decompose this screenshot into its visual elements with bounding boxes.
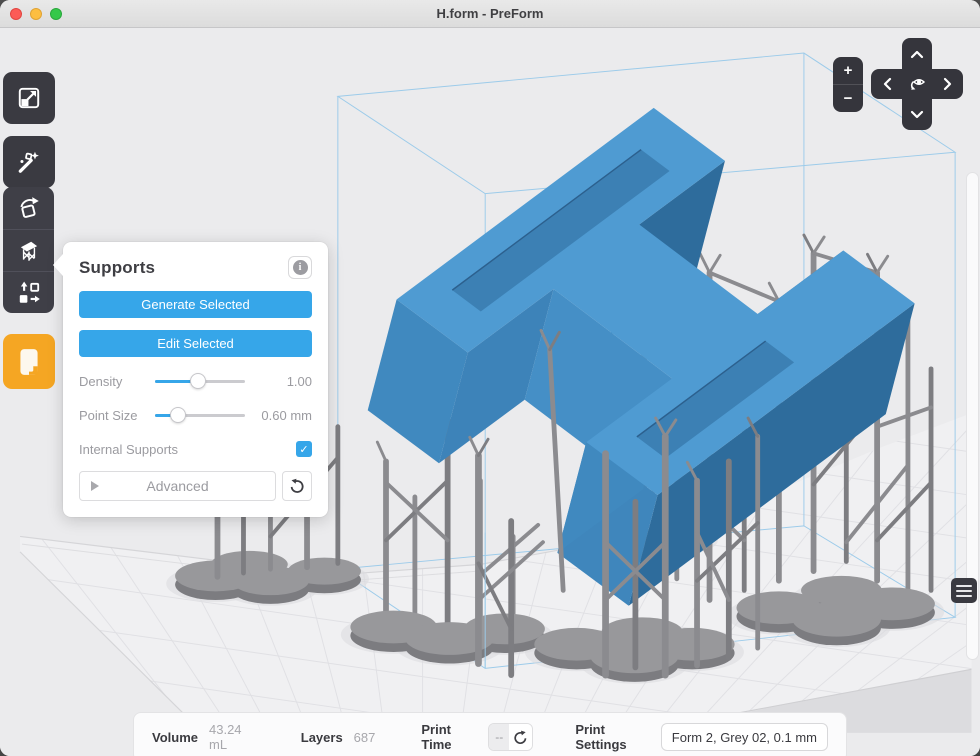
rotate-right-button[interactable]	[932, 69, 962, 99]
layout-tool-button[interactable]	[3, 271, 54, 313]
volume-label: Volume	[152, 730, 198, 745]
magic-wand-icon	[16, 149, 42, 175]
zoom-in-button[interactable]: +	[833, 57, 863, 84]
density-value: 1.00	[245, 374, 312, 389]
point-size-slider[interactable]	[155, 414, 245, 417]
point-size-label: Point Size	[79, 408, 155, 423]
print-time-label: Print Time	[421, 722, 477, 752]
volume-value: 43.24 mL	[209, 722, 257, 752]
edit-selected-button[interactable]: Edit Selected	[79, 330, 312, 357]
layer-slider-handle[interactable]	[951, 578, 977, 603]
refresh-icon	[513, 730, 528, 745]
chevron-down-icon	[910, 110, 924, 119]
close-button[interactable]	[10, 8, 22, 20]
density-slider-thumb[interactable]	[190, 373, 206, 389]
point-size-value: 0.60 mm	[245, 408, 312, 423]
advanced-button[interactable]: Advanced	[79, 471, 276, 501]
chevron-up-icon	[910, 50, 924, 59]
rotate-down-button[interactable]	[902, 99, 932, 129]
layers-label: Layers	[301, 730, 343, 745]
reset-icon	[289, 478, 305, 494]
cartridge-tool-button[interactable]	[3, 334, 55, 389]
resin-cartridge-icon	[15, 347, 43, 377]
rotate-left-button[interactable]	[872, 69, 902, 99]
print-time-value: --	[489, 724, 509, 750]
minimize-button[interactable]	[30, 8, 42, 20]
supports-icon	[16, 238, 42, 264]
window-title: H.form - PreForm	[437, 6, 544, 21]
reset-button[interactable]	[282, 471, 312, 501]
density-row: Density 1.00	[79, 371, 312, 391]
density-label: Density	[79, 374, 155, 389]
density-slider[interactable]	[155, 380, 245, 383]
fullscreen-button[interactable]	[50, 8, 62, 20]
layout-arrows-icon	[16, 280, 42, 306]
view-dpad	[871, 38, 963, 130]
supports-panel: Supports i Generate Selected Edit Select…	[63, 242, 328, 517]
rotate-cube-icon	[16, 195, 42, 221]
print-settings-button[interactable]: Form 2, Grey 02, 0.1 mm	[661, 723, 828, 751]
internal-supports-row: Internal Supports ✓	[79, 441, 312, 457]
internal-supports-label: Internal Supports	[79, 442, 178, 457]
zoom-control: + −	[833, 57, 863, 112]
window-controls	[10, 0, 62, 28]
zoom-out-button[interactable]: −	[833, 84, 863, 112]
panel-title: Supports	[79, 258, 155, 278]
titlebar: H.form - PreForm	[0, 0, 980, 28]
orbit-view-button[interactable]	[902, 69, 932, 99]
point-size-slider-thumb[interactable]	[170, 407, 186, 423]
viewport[interactable]: Supports i Generate Selected Edit Select…	[0, 28, 980, 756]
chevron-left-icon	[883, 77, 892, 91]
advanced-label: Advanced	[80, 478, 275, 494]
orbit-eye-icon	[906, 73, 928, 95]
print-settings-label: Print Settings	[575, 722, 649, 752]
print-time-widget: --	[488, 723, 533, 751]
rotate-up-button[interactable]	[902, 39, 932, 69]
status-bar: Volume 43.24 mL Layers 687 Print Time --…	[133, 712, 847, 756]
tool-group	[3, 187, 54, 313]
one-click-print-button[interactable]	[3, 136, 55, 188]
layers-value: 687	[354, 730, 376, 745]
orient-tool-button[interactable]	[3, 187, 54, 229]
size-tool-button[interactable]	[3, 72, 55, 124]
supports-tool-button[interactable]	[3, 229, 54, 271]
chevron-right-icon	[943, 77, 952, 91]
resize-icon	[16, 85, 42, 111]
internal-supports-checkbox[interactable]: ✓	[296, 441, 312, 457]
generate-selected-button[interactable]: Generate Selected	[79, 291, 312, 318]
info-icon: i	[293, 260, 308, 275]
print-time-refresh-button[interactable]	[509, 724, 532, 750]
info-button[interactable]: i	[288, 256, 312, 279]
point-size-row: Point Size 0.60 mm	[79, 405, 312, 425]
layer-slider-track[interactable]	[966, 172, 979, 660]
app-window: H.form - PreForm	[0, 0, 980, 756]
